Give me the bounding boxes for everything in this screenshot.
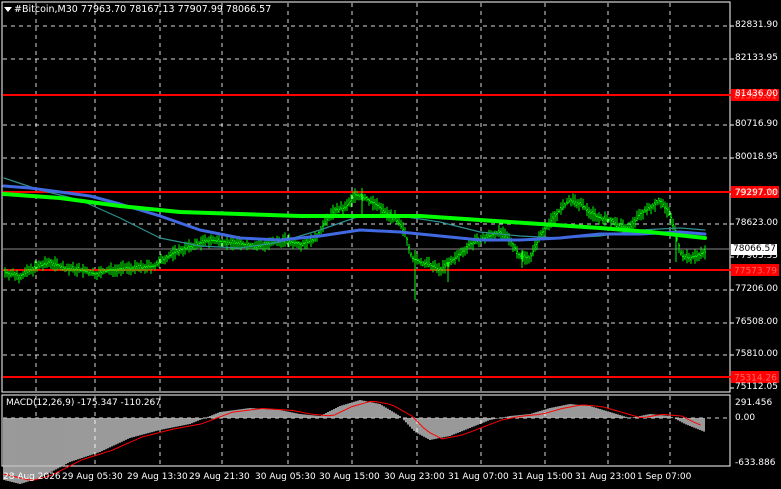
price-axis-label: 79297.00: [735, 188, 778, 198]
price-axis-label: 80018.95: [735, 152, 778, 162]
time-axis-label: 29 Aug 13:30: [127, 472, 188, 482]
time-axis-label: 1 Sep 07:00: [637, 472, 692, 482]
time-axis-label: 31 Aug 07:00: [448, 472, 509, 482]
macd-axis-label: 291.456: [735, 398, 773, 408]
time-axis-label: 28 Aug 2026: [3, 472, 61, 482]
symbol-menu-icon[interactable]: [4, 7, 12, 12]
time-axis-label: 30 Aug 15:00: [319, 472, 380, 482]
time-axis-label: 29 Aug 05:30: [62, 472, 123, 482]
price-axis-label: 75810.00: [735, 349, 778, 359]
time-axis-label: 29 Aug 21:30: [189, 472, 250, 482]
price-axis-label: 80716.90: [735, 119, 778, 129]
ohlc-values: 77963.70 78167.13 77907.99 78066.57: [80, 4, 272, 15]
level-label: 77573.79: [734, 267, 777, 277]
symbol-label: #Bitcoin,M30: [14, 4, 78, 15]
time-axis-label: 31 Aug 15:00: [512, 472, 573, 482]
macd-label: MACD(12,26,9) -175.347 -110.267: [6, 398, 162, 408]
price-axis-label: 81436.00: [735, 89, 778, 99]
chart-canvas[interactable]: 81383.0179317.7877573.7975314.26: [0, 0, 781, 489]
price-axis-label: 77206.00: [735, 284, 778, 294]
price-axis-label: 78623.00: [735, 218, 778, 228]
main-pane-border: [1, 1, 731, 393]
price-axis-label: 75112.05: [735, 382, 778, 392]
time-axis-label: 30 Aug 23:00: [384, 472, 445, 482]
time-axis-label: 31 Aug 23:00: [575, 472, 636, 482]
price-axis-label: 82831.90: [735, 20, 778, 30]
macd-axis-label: 0.00: [735, 413, 756, 423]
price-axis-label: 76508.00: [735, 317, 778, 327]
current-price-badge: 78066.57: [731, 244, 777, 255]
price-axis-label: 82133.95: [735, 53, 778, 63]
time-axis-label: 30 Aug 05:30: [255, 472, 316, 482]
macd-axis-label: -633.886: [735, 458, 776, 468]
chart-header: #Bitcoin,M30 77963.70 78167.13 77907.99 …: [14, 4, 271, 15]
